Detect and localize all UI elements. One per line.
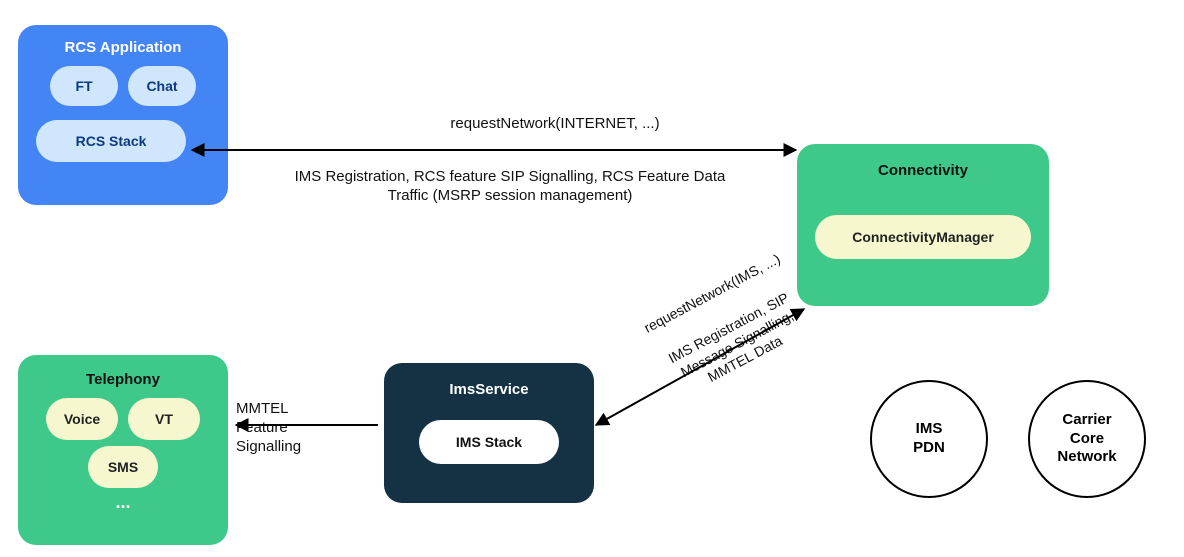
sms-pill: SMS	[88, 446, 158, 488]
ims-pdn-label: IMS PDN	[913, 420, 945, 458]
voice-pill: Voice	[46, 398, 118, 440]
carrier-core-network-label: Carrier Core Network	[1057, 411, 1116, 467]
rcs-stack-pill: RCS Stack	[36, 120, 186, 162]
rcs-application-title: RCS Application	[32, 39, 214, 56]
ft-pill: FT	[50, 66, 118, 106]
request-network-internet-label: requestNetwork(INTERNET, ...)	[330, 115, 780, 134]
carrier-core-network-circle: Carrier Core Network	[1028, 380, 1146, 498]
mmtel-feature-signalling-label: MMTEL Feature Signalling	[236, 400, 336, 456]
telephony-block: Telephony Voice VT SMS ...	[18, 355, 228, 545]
ims-pdn-circle: IMS PDN	[870, 380, 988, 498]
ims-service-title: ImsService	[398, 381, 580, 398]
ims-service-block: ImsService IMS Stack	[384, 363, 594, 503]
connectivity-manager-pill: ConnectivityManager	[815, 215, 1031, 259]
ims-stack-pill: IMS Stack	[419, 420, 559, 464]
vt-pill: VT	[128, 398, 200, 440]
telephony-more-label: ...	[32, 492, 214, 513]
connectivity-title: Connectivity	[811, 162, 1035, 179]
rcs-application-block: RCS Application FT Chat RCS Stack	[18, 25, 228, 205]
connectivity-block: Connectivity ConnectivityManager	[797, 144, 1049, 306]
ims-registration-top-label: IMS Registration, RCS feature SIP Signal…	[240, 168, 780, 206]
telephony-title: Telephony	[32, 371, 214, 388]
chat-pill: Chat	[128, 66, 196, 106]
ims-registration-diagonal-label: IMS Registration, SIP Message Signalling…	[632, 271, 842, 416]
